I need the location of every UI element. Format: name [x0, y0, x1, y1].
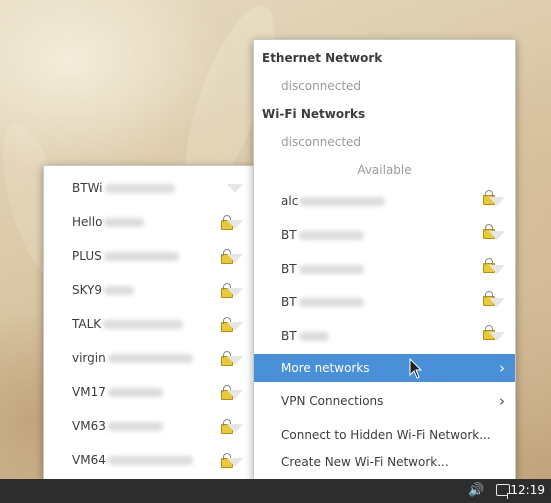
- network-ssid: VM64: [72, 453, 106, 467]
- network-item[interactable]: VM63: [44, 412, 253, 440]
- redacted-ssid: [107, 456, 193, 465]
- wifi-signal-icon: [227, 288, 243, 297]
- chevron-right-icon: ›: [499, 392, 505, 410]
- network-item[interactable]: TALK: [44, 310, 253, 338]
- network-item[interactable]: virgin: [44, 344, 253, 372]
- clock[interactable]: 12:19: [510, 483, 545, 497]
- network-ssid: Hello: [72, 215, 103, 229]
- wifi-signal-icon: [489, 231, 505, 240]
- taskbar: 🔊 12:19: [0, 479, 551, 503]
- redacted-ssid: [107, 354, 193, 363]
- redacted-ssid: [298, 231, 364, 240]
- network-item[interactable]: BT: [254, 221, 515, 249]
- network-item[interactable]: Hello: [44, 208, 253, 236]
- more-networks-submenu: BTWi Hello PLUS SKY9 TALK virgin VM17 VM…: [43, 165, 254, 479]
- network-ssid: SKY9: [72, 283, 103, 297]
- network-ssid: alc: [281, 194, 299, 208]
- mouse-cursor-icon: [409, 358, 423, 379]
- connect-hidden-network-item[interactable]: Connect to Hidden Wi-Fi Network...: [254, 421, 515, 449]
- vpn-connections-item[interactable]: VPN Connections ›: [254, 387, 515, 415]
- wifi-signal-icon: [489, 332, 505, 341]
- wifi-signal-icon: [227, 322, 243, 331]
- create-new-label: Create New Wi-Fi Network...: [281, 455, 449, 469]
- wifi-signal-icon: [227, 390, 243, 399]
- network-ssid: VM63: [72, 419, 106, 433]
- network-item[interactable]: VM17: [44, 378, 253, 406]
- network-ssid: VM17: [72, 385, 106, 399]
- network-item[interactable]: BTWi: [44, 174, 253, 202]
- more-networks-item[interactable]: More networks ›: [254, 354, 515, 382]
- connect-hidden-label: Connect to Hidden Wi-Fi Network...: [281, 428, 491, 442]
- ethernet-heading: Ethernet Network: [262, 51, 383, 65]
- wifi-signal-icon: [227, 220, 243, 229]
- redacted-ssid: [103, 320, 184, 329]
- network-ssid: BT: [281, 295, 297, 309]
- volume-icon[interactable]: 🔊: [468, 483, 484, 498]
- network-ssid: BT: [281, 228, 297, 242]
- wifi-signal-icon: [227, 184, 243, 193]
- redacted-ssid: [300, 197, 386, 206]
- ethernet-status: disconnected: [281, 79, 362, 93]
- wifi-heading: Wi-Fi Networks: [262, 107, 366, 121]
- network-item[interactable]: BT: [254, 255, 515, 283]
- network-item[interactable]: BT: [254, 322, 515, 350]
- redacted-ssid: [104, 184, 175, 193]
- redacted-ssid: [107, 388, 163, 397]
- available-label: Available: [357, 163, 412, 177]
- network-item[interactable]: BT: [254, 288, 515, 316]
- network-ssid: virgin: [72, 351, 106, 365]
- network-item[interactable]: PLUS: [44, 242, 253, 270]
- redacted-ssid: [298, 298, 364, 307]
- network-ssid: BT: [281, 329, 297, 343]
- network-item[interactable]: SKY9: [44, 276, 253, 304]
- redacted-ssid: [298, 332, 329, 341]
- wifi-status: disconnected: [281, 135, 362, 149]
- network-item[interactable]: alc: [254, 187, 515, 215]
- network-ssid: BTWi: [72, 181, 103, 195]
- redacted-ssid: [104, 218, 145, 227]
- wifi-signal-icon: [489, 265, 505, 274]
- wifi-signal-icon: [227, 254, 243, 263]
- create-new-network-item[interactable]: Create New Wi-Fi Network...: [254, 448, 515, 476]
- wifi-signal-icon: [489, 197, 505, 206]
- vpn-connections-label: VPN Connections: [281, 394, 384, 408]
- redacted-ssid: [107, 422, 163, 431]
- redacted-ssid: [298, 265, 364, 274]
- network-ssid: PLUS: [72, 249, 102, 263]
- network-item[interactable]: VM64: [44, 446, 253, 474]
- network-tray-icon[interactable]: [496, 484, 513, 499]
- wifi-signal-icon: [227, 424, 243, 433]
- wifi-signal-icon: [489, 298, 505, 307]
- redacted-ssid: [104, 286, 135, 295]
- network-menu: Ethernet Network disconnected Wi-Fi Netw…: [253, 39, 516, 479]
- more-networks-label: More networks: [281, 361, 370, 375]
- chevron-right-icon: ›: [499, 359, 505, 377]
- network-ssid: BT: [281, 262, 297, 276]
- network-ssid: TALK: [72, 317, 102, 331]
- redacted-ssid: [103, 252, 179, 261]
- wifi-signal-icon: [227, 458, 243, 467]
- wifi-signal-icon: [227, 356, 243, 365]
